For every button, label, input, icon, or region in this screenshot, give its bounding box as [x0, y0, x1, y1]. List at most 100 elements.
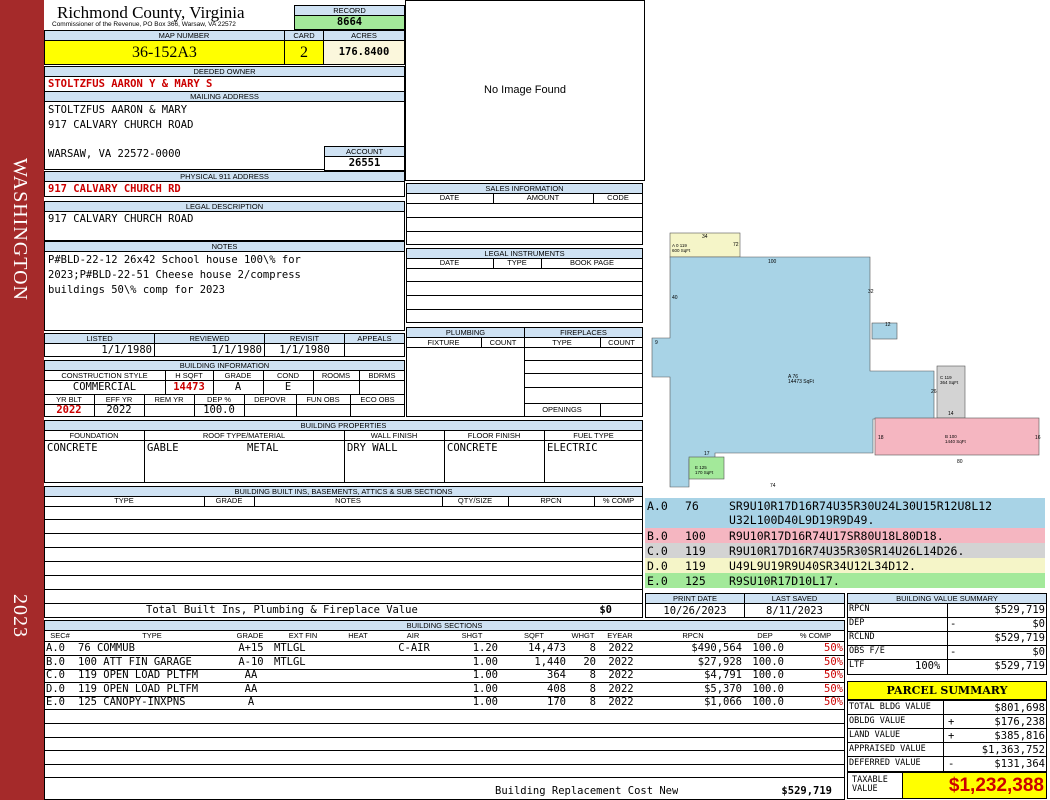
sketch-row-a-text2: U32L100D40L9D19R9D49. — [729, 513, 875, 527]
section-cell: A-10 — [238, 656, 264, 668]
sales-h-code: CODE — [607, 193, 629, 202]
sketch-row-b-text: R9U10R17D16R74U17SR80U18L80D18. — [729, 529, 944, 543]
sketch-row-d-num: 119 — [685, 559, 706, 573]
section-cell: A — [247, 696, 255, 708]
reviewed-value: 1/1/1980 — [154, 343, 265, 357]
mailing-line3: WARSAW, VA 22572-0000 — [48, 148, 181, 160]
floor-value: CONCRETE — [447, 442, 498, 454]
sketch-row-d: D.0 119 U49L9U19R9U40SR34U12L34D12. — [645, 558, 1045, 573]
section-cell: 2022 — [608, 656, 634, 668]
ps-deferred-value: $131,364 — [994, 758, 1045, 770]
section-cell: B.0 — [46, 656, 65, 668]
sketch-row-c-num: 119 — [685, 544, 706, 558]
sketch-row-e-code: E.0 — [647, 574, 668, 588]
effyr-value: 2022 — [106, 404, 132, 416]
prop-h-floor: FLOOR FINISH — [467, 431, 521, 440]
ps-obldg-value: $176,238 — [994, 716, 1045, 728]
h-funobs: FUN OBS — [306, 395, 340, 404]
section-cell: 125 CANOPY-INXPNS — [78, 696, 186, 708]
image-text: No Image Found — [484, 84, 566, 96]
section-cell: 2022 — [608, 642, 634, 654]
sidebar-band: WASHINGTON 2023 — [0, 0, 44, 800]
section-header-6: SHGT — [461, 631, 483, 640]
section-cell: 100.0 — [752, 683, 784, 695]
section-header-5: AIR — [406, 631, 420, 640]
section-cell: 8 — [589, 696, 596, 708]
section-cell: 1.00 — [472, 656, 498, 668]
section-cell: 76 COMMUB — [78, 642, 135, 654]
vs-ltf-key: LTF — [849, 660, 865, 670]
sketch-row-b: B.0 100 R9U10R17D16R74U17SR80U18L80D18. — [645, 528, 1045, 543]
prop-h-fuel: FUEL TYPE — [573, 431, 614, 440]
fire-h-type: TYPE — [552, 338, 572, 347]
li-h-date: DATE — [439, 258, 460, 267]
bi-h-grade: GRADE — [215, 496, 243, 505]
ps-deferred-key: DEFERRED VALUE — [849, 758, 921, 768]
notes-box: P#BLD-22-12 26x42 School house 100\% for… — [44, 251, 405, 331]
map-number-value: 36-152A3 — [44, 40, 285, 65]
sketch-row-a-text: SR9U10R17D16R74U35R30U24L30U15R12U8L12 — [729, 499, 993, 513]
sketch-row-a-code: A.0 — [647, 499, 668, 513]
ps-land-value: $385,816 — [994, 730, 1045, 742]
sketch-label-top: 34 — [702, 234, 708, 240]
section-cell: E.0 — [46, 696, 65, 708]
section-cell: 1.00 — [472, 683, 498, 695]
image-placeholder: No Image Found — [405, 0, 645, 181]
section-cell: MTLGL — [274, 656, 306, 668]
builtins-total-label: Total Built Ins, Plumbing & Fireplace Va… — [146, 604, 418, 616]
card-value: 2 — [284, 40, 324, 65]
sketch-label-n4: 9 — [655, 340, 658, 346]
sales-h-amount: AMOUNT — [526, 193, 560, 202]
sketch-row-e: E.0 125 R9SU10R17D10L17. — [645, 573, 1045, 588]
section-cell: 100.0 — [752, 656, 784, 668]
section-header-9: EYEAR — [607, 631, 633, 640]
ps-appraised-key: APPRAISED VALUE — [849, 744, 926, 754]
appeals-value — [344, 343, 405, 357]
roof-type-value: GABLE — [147, 442, 179, 454]
builtins-box — [44, 496, 643, 618]
bi-h-rpcn: RPCN — [540, 496, 562, 505]
sketch-label-n7: 74 — [770, 483, 776, 489]
style-value: COMMERCIAL — [72, 381, 137, 393]
legal-value: 917 CALVARY CHURCH ROAD — [44, 211, 405, 241]
prop-h-foundation: FOUNDATION — [69, 431, 119, 440]
h-dep: DEP % — [206, 395, 232, 404]
section-cell: 50% — [824, 669, 843, 681]
plumb-h-count: COUNT — [489, 338, 517, 347]
sketch-row-b-num: 100 — [685, 529, 706, 543]
section-header-1: TYPE — [142, 631, 162, 640]
brcn-label: Building Replacement Cost New — [495, 785, 679, 797]
record-value: 8664 — [294, 15, 405, 30]
cond-value: E — [284, 381, 292, 393]
section-cell: AA — [244, 669, 258, 681]
section-cell: 8 — [589, 642, 596, 654]
sketch-label-n10: 80 — [957, 459, 963, 465]
section-cell: A+15 — [238, 642, 264, 654]
vs-rclnd-value: $529,719 — [994, 632, 1045, 644]
roof-material-value: METAL — [247, 442, 279, 454]
section-cell: $27,928 — [697, 656, 742, 668]
taxable-value: $1,232,388 — [902, 772, 1047, 799]
bi-h-comp: % COMP — [602, 496, 635, 505]
owner-value: STOLTZFUS AARON Y & MARY S — [44, 76, 405, 92]
section-cell: 50% — [824, 696, 843, 708]
vs-dep-value: $0 — [1032, 618, 1045, 630]
h-remyr: REM YR — [154, 395, 184, 404]
h-grade: GRADE — [224, 371, 252, 380]
section-cell: $4,791 — [704, 669, 742, 681]
section-cell: 119 OPEN LOAD PLTFM — [78, 669, 199, 681]
section-header-7: SQFT — [524, 631, 544, 640]
wall-value: DRY WALL — [347, 442, 398, 454]
ps-total-bldg-value: $801,698 — [994, 702, 1045, 714]
sketch-row-d-text: U49L9U19R9U40SR34U12L34D12. — [729, 559, 916, 573]
listed-value: 1/1/1980 — [44, 343, 155, 357]
section-header-3: EXT FIN — [288, 631, 318, 640]
vs-rpcn-key: RPCN — [849, 604, 870, 614]
account-value: 26551 — [324, 156, 405, 171]
acres-value: 176.8400 — [323, 40, 405, 65]
h-yrblt: YR BLT — [56, 395, 82, 404]
ps-obldg-key: OBLDG VALUE — [849, 716, 906, 726]
h-rooms: ROOMS — [321, 371, 351, 380]
sketch-label-n6: 17 — [704, 451, 710, 457]
h-hsqft: H SQFT — [175, 371, 203, 380]
